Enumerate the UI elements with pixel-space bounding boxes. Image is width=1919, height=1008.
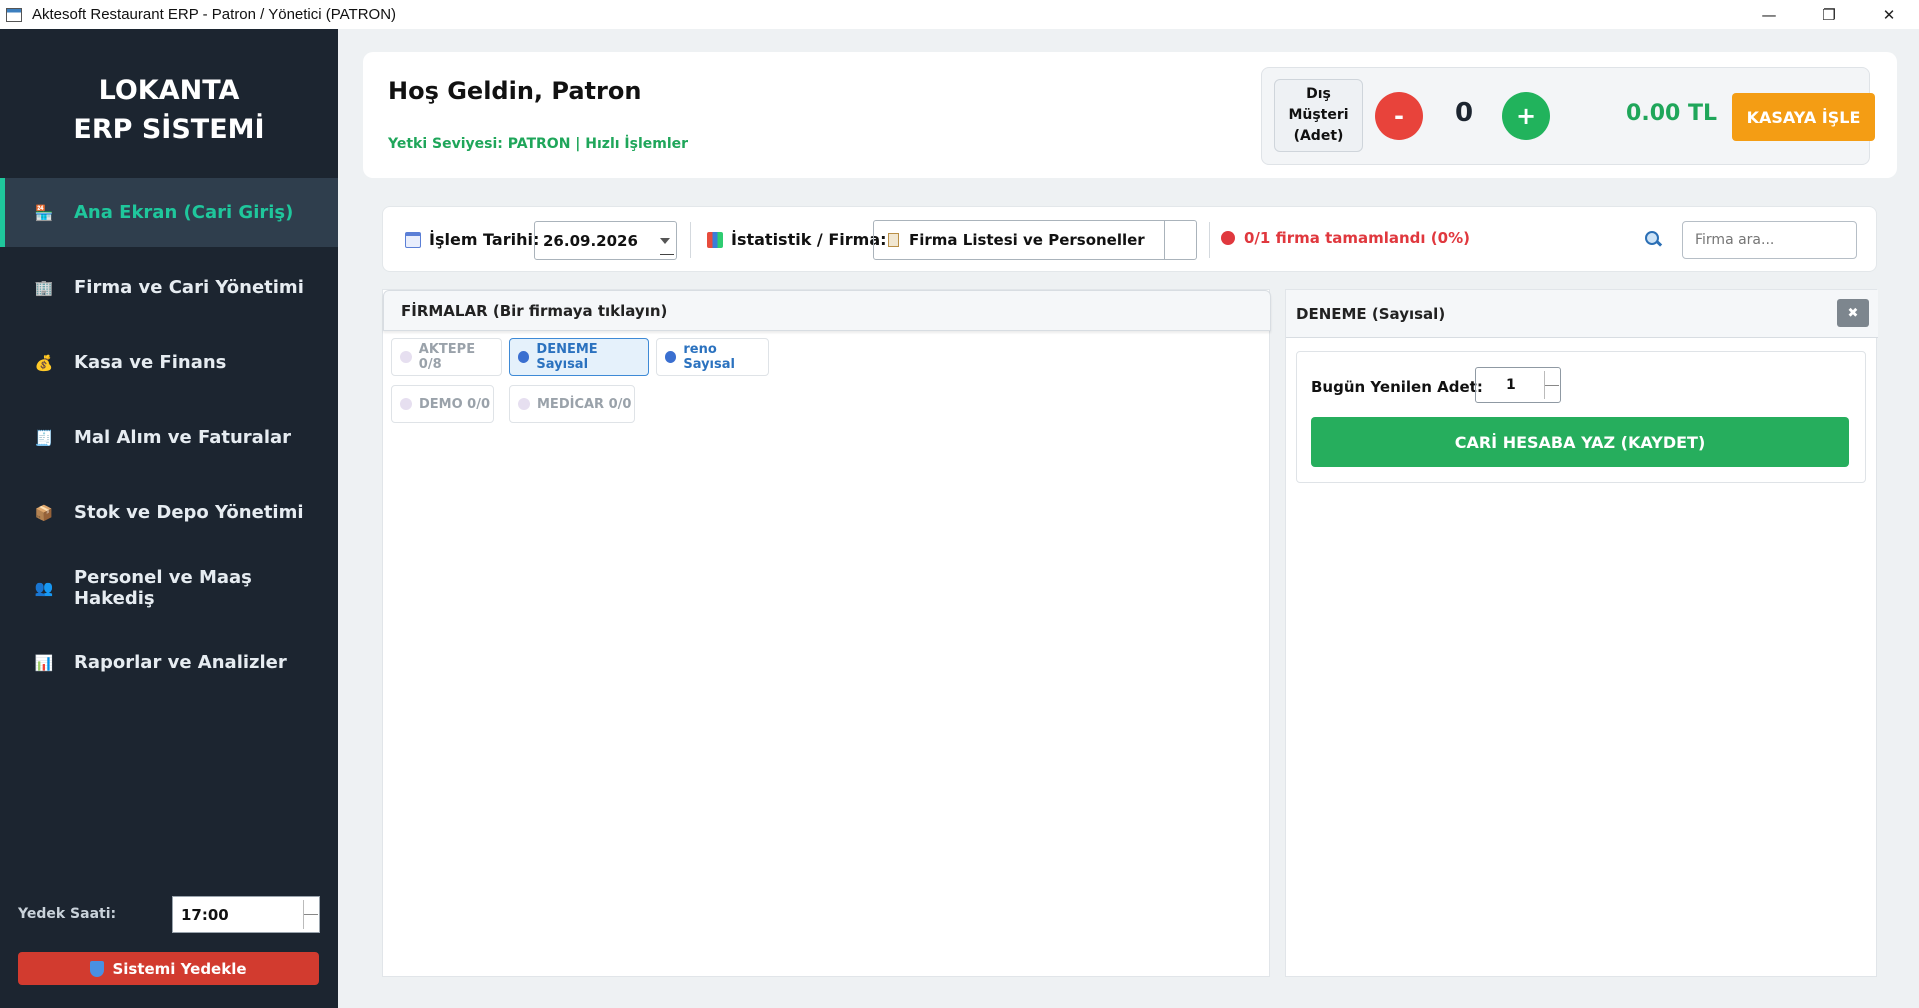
restore-button[interactable]: ❐ [1799,0,1859,29]
firma-select[interactable]: Firma Listesi ve Personeller [873,220,1197,260]
firma-search-input[interactable] [1682,221,1857,259]
amount-total: 0.00 TL [1626,101,1717,126]
store-icon: 🏪 [34,203,54,222]
firm-chip-reno[interactable]: reno Sayısal [656,338,769,376]
header-card: Hoş Geldin, Patron Yetki Seviyesi: PATRO… [363,52,1897,178]
search-icon [1645,231,1661,247]
welcome-title: Hoş Geldin, Patron [388,77,642,105]
package-icon: 📦 [34,503,54,522]
backup-button[interactable]: Sistemi Yedekle [18,952,319,985]
minimize-button[interactable]: — [1739,0,1799,29]
status-dot-icon [665,351,677,363]
brand-title: LOKANTA ERP SİSTEMİ [73,75,265,145]
window-controls: — ❐ ✕ [1739,0,1919,29]
money-bag-icon: 💰 [34,353,54,372]
sidebar-item-stok-depo[interactable]: 📦 Stok ve Depo Yönetimi [0,478,338,547]
status-dot-icon [1221,231,1235,245]
role-label: Yetki Seviyesi: PATRON | Hızlı İşlemler [388,136,689,152]
sidebar-item-label: Stok ve Depo Yönetimi [74,502,304,523]
firm-chip-aktepe[interactable]: AKTEPE 0/8 [391,338,502,376]
sidebar-item-kasa-finans[interactable]: 💰 Kasa ve Finans [0,328,338,397]
backup-time-spinner[interactable] [303,900,318,929]
stat-label: İstatistik / Firma: [731,230,887,249]
detail-panel: DENEME (Sayısal) ✖ Bugün Yenilen Adet: 1… [1285,289,1878,977]
backup-time-input[interactable]: 17:00 [172,896,320,933]
kasaya-isle-button[interactable]: KASAYA İŞLE [1732,93,1875,141]
sidebar-item-ana-ekran[interactable]: 🏪 Ana Ekran (Cari Giriş) [0,178,338,247]
firm-chip-deneme[interactable]: DENEME Sayısal [509,338,649,376]
progress-status: 0/1 firma tamamlandı (0%) [1221,229,1470,247]
date-picker[interactable]: 26.09.2026 [534,221,677,260]
firms-header: FİRMALAR (Bir firmaya tıklayın) [383,290,1271,331]
sidebar-item-label: Firma ve Cari Yönetimi [74,277,304,298]
date-label: İşlem Tarihi: [429,230,540,249]
chart-icon: 📊 [34,653,54,672]
increment-button[interactable]: + [1502,92,1550,140]
firm-chip-demo[interactable]: DEMO 0/0 [391,385,494,423]
receipt-icon: 🧾 [34,428,54,447]
status-dot-icon [400,351,412,363]
sidebar-item-mal-alim[interactable]: 🧾 Mal Alım ve Faturalar [0,403,338,472]
calendar-icon [405,232,421,248]
sidebar-item-label: Personel ve Maaş Hakediş [73,566,252,609]
external-customer-label: Dış Müşteri (Adet) [1274,79,1363,152]
sidebar-item-label: Kasa ve Finans [74,352,227,373]
decrement-button[interactable]: - [1375,92,1423,140]
detail-form: Bugün Yenilen Adet: 1 CARİ HESABA YAZ (K… [1296,351,1866,483]
app-icon [6,7,22,22]
firma-select-button[interactable] [1164,221,1196,259]
status-dot-icon [518,398,530,410]
sidebar: LOKANTA ERP SİSTEMİ 🏪 Ana Ekran (Cari Gi… [0,29,338,1008]
status-dot-icon [518,351,530,363]
qty-label: Bugün Yenilen Adet: [1311,378,1483,396]
firms-panel: FİRMALAR (Bir firmaya tıklayın) AKTEPE 0… [382,289,1271,977]
shield-icon [90,960,105,977]
window-titlebar: Aktesoft Restaurant ERP - Patron / Yönet… [0,0,1919,29]
bar-chart-icon [707,232,723,248]
sidebar-nav: 🏪 Ana Ekran (Cari Giriş) 🏢 Firma ve Cari… [0,178,338,703]
close-window-button[interactable]: ✕ [1859,0,1919,29]
status-dot-icon [400,398,412,410]
people-icon: 👥 [34,578,54,597]
sidebar-item-firma-cari[interactable]: 🏢 Firma ve Cari Yönetimi [0,253,338,322]
sidebar-item-label: Mal Alım ve Faturalar [74,427,292,448]
sidebar-item-label: Raporlar ve Analizler [74,652,287,673]
sidebar-item-raporlar[interactable]: 📊 Raporlar ve Analizler [0,628,338,697]
firm-chip-medicar[interactable]: MEDİCAR 0/0 [509,385,635,423]
qty-spinner[interactable] [1544,371,1559,399]
close-detail-button[interactable]: ✖ [1837,299,1869,327]
filter-bar: İşlem Tarihi: 26.09.2026 İstatistik / Fi… [382,206,1877,272]
divider [690,222,691,258]
quick-actions-panel: Dış Müşteri (Adet) - 0 + 0.00 TL KASAYA … [1261,67,1875,165]
document-icon [888,233,899,247]
window-title: Aktesoft Restaurant ERP - Patron / Yönet… [32,6,397,23]
building-icon: 🏢 [34,278,54,297]
qty-stepper[interactable]: 1 [1475,367,1561,403]
sidebar-item-personel[interactable]: 👥 Personel ve Maaş Hakediş [0,553,338,622]
customer-count: 0 [1454,98,1474,128]
divider [1209,222,1210,258]
chevron-down-icon[interactable] [660,238,670,244]
save-cari-button[interactable]: CARİ HESABA YAZ (KAYDET) [1311,417,1849,467]
detail-header: DENEME (Sayısal) ✖ [1286,290,1878,338]
sidebar-item-label: Ana Ekran (Cari Giriş) [74,202,294,223]
detail-title: DENEME (Sayısal) [1296,304,1446,323]
backup-time-label: Yedek Saati: [18,906,117,922]
